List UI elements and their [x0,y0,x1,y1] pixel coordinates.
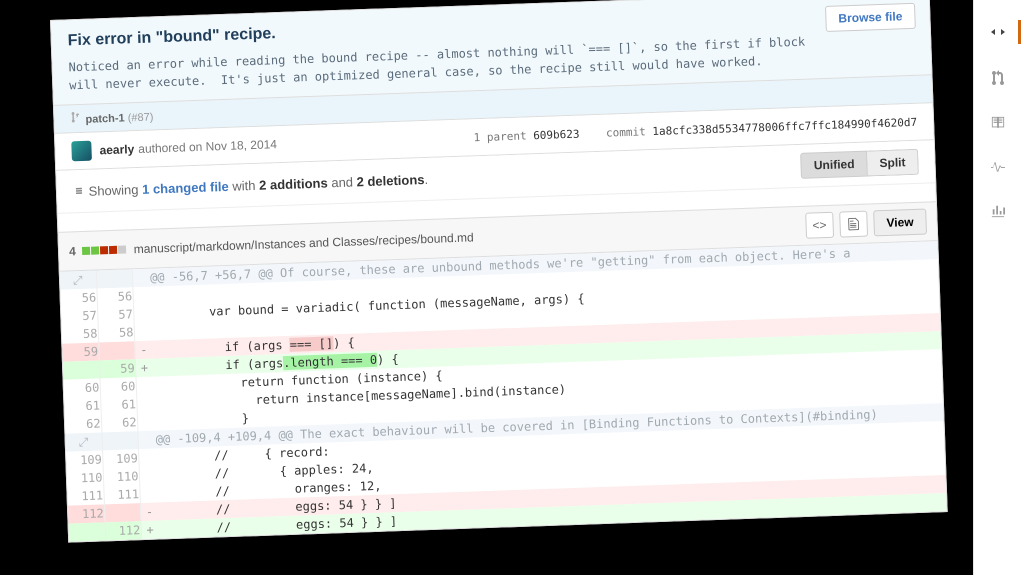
changed-files-link[interactable]: 1 changed file [142,178,229,196]
code-icon[interactable] [974,20,1021,44]
view-button[interactable]: View [873,209,927,237]
diff-table: ⤢ @@ -56,7 +56,7 @@ Of course, these are… [60,241,947,541]
sha-block: 1 parent 609b623 commit 1a8cfc338d553477… [473,115,917,143]
split-button[interactable]: Split [867,149,919,177]
commit-sha: 1a8cfc338d5534778006ffc7ffc184990f4620d7 [652,115,917,137]
diffstat: 4 [69,243,126,259]
file-actions: <> View [805,209,927,239]
right-sidebar [973,0,1021,575]
diff-mode-toggle: Unified Split [800,149,919,179]
avatar [71,141,92,162]
commit-label: commit [606,125,646,139]
author-name[interactable]: aearly [99,142,134,157]
browse-file-button[interactable]: Browse file [825,3,916,32]
author-meta: authored on Nov 18, 2014 [138,137,277,156]
parent-sha[interactable]: 609b623 [533,127,580,142]
source-icon-button[interactable]: <> [805,212,834,239]
book-icon[interactable] [974,112,1021,134]
showing-label: Showing [88,182,138,199]
deletions-count: 2 deletions [356,172,424,189]
file-path[interactable]: manuscript/markdown/Instances and Classe… [133,230,473,256]
diffstat-blocks [82,245,126,255]
graph-icon[interactable] [974,200,1021,222]
expand-icon[interactable]: ⤢ [65,432,102,451]
pulse-icon[interactable] [974,156,1021,178]
list-icon [73,183,85,195]
diffstat-number: 4 [69,244,76,258]
unified-button[interactable]: Unified [800,151,868,179]
branch-icon [70,114,83,126]
pull-request-icon[interactable] [974,66,1021,90]
pr-reference: (#87) [128,111,154,124]
commit-view: Browse file Fix error in "bound" recipe.… [50,0,948,543]
parent-label: 1 parent [473,129,526,144]
change-summary: Showing 1 changed file with 2 additions … [73,171,429,198]
file-icon-button[interactable] [839,211,868,238]
branch-name: patch-1 [85,112,125,125]
additions-count: 2 additions [259,175,328,192]
expand-icon[interactable]: ⤢ [60,271,97,290]
